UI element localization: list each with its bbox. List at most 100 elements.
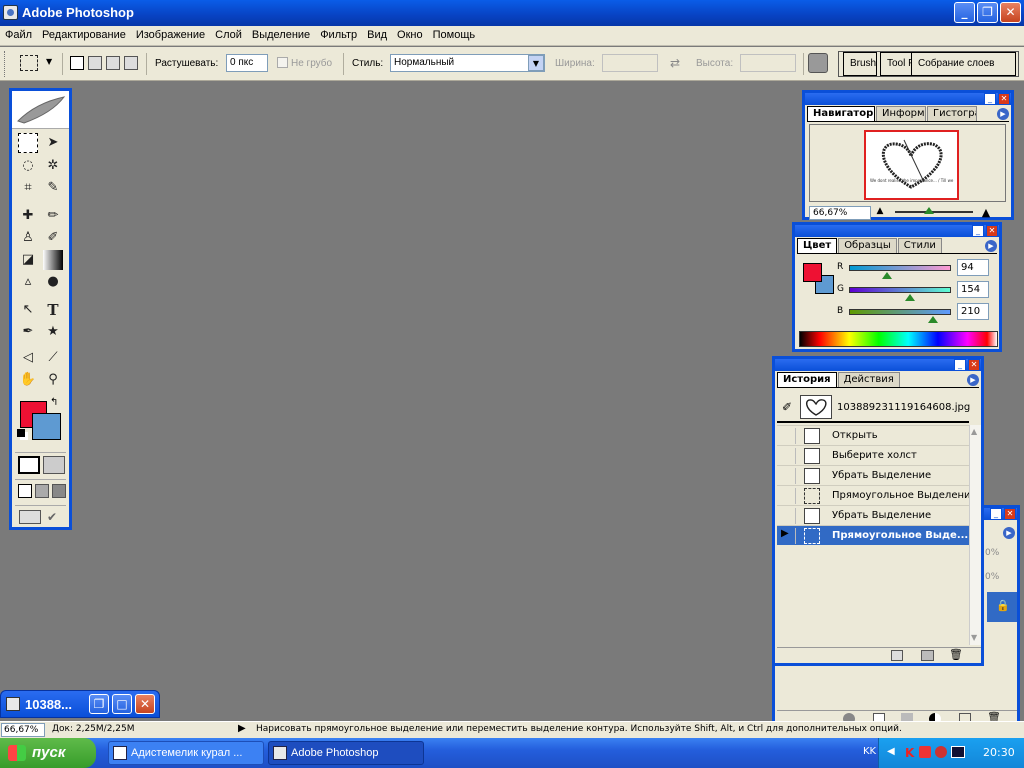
subtract-selection-icon[interactable] (106, 56, 120, 70)
maximize-button[interactable]: □ (112, 694, 132, 714)
swap-colors-icon[interactable]: ↰ (50, 397, 58, 408)
panel-menu-icon[interactable]: ▶ (967, 374, 979, 386)
history-item[interactable]: Выберите холст (777, 445, 969, 465)
trash-icon[interactable]: 🗑 (949, 648, 963, 661)
status-menu-arrow-icon[interactable]: ▶ (238, 723, 246, 734)
history-item[interactable]: Открыть (777, 425, 969, 445)
type-tool-icon[interactable]: T (43, 300, 63, 320)
tool-preset-marquee-icon[interactable] (20, 55, 38, 71)
tool-preset-dropdown-icon[interactable]: ▼ (46, 57, 52, 66)
fullscreen-menu-mode-icon[interactable] (35, 484, 49, 498)
dodge-tool-icon[interactable]: ● (43, 272, 63, 292)
eyedropper-tool-icon[interactable]: ⟋ (43, 348, 63, 368)
status-zoom-input[interactable]: 66,67% (1, 723, 45, 737)
blur-tool-icon[interactable]: ▵ (18, 272, 38, 292)
history-panel-header[interactable]: _ ✕ (775, 359, 981, 371)
tray-app-icon[interactable] (919, 746, 931, 758)
panel-minimize-icon[interactable]: _ (972, 225, 984, 237)
panel-close-icon[interactable]: ✕ (986, 225, 998, 237)
minimize-button[interactable]: _ (954, 2, 975, 23)
pen-tool-icon[interactable]: ✒ (18, 322, 38, 342)
feather-logo[interactable] (12, 91, 69, 129)
swap-dimensions-icon[interactable]: ⇄ (670, 56, 680, 70)
channel-b-input[interactable]: 210 (957, 303, 989, 320)
color-panel-header[interactable]: _ ✕ (795, 225, 999, 237)
monitor-icon[interactable] (951, 746, 965, 758)
palette-well-tab-brushes[interactable]: Brushes (843, 52, 877, 76)
zoom-in-icon[interactable]: ▲ (977, 206, 995, 219)
language-indicator[interactable]: KK (863, 746, 876, 757)
clock[interactable]: 20:30 (983, 746, 1015, 759)
history-item-selected[interactable]: ▶ Прямоугольное Выде... (777, 525, 969, 545)
color-fg-swatch[interactable] (803, 263, 822, 282)
fullscreen-mode-icon[interactable] (52, 484, 66, 498)
layers-opacity-value[interactable]: 0% (985, 548, 999, 558)
panel-minimize-icon[interactable]: _ (990, 508, 1002, 520)
width-input[interactable] (602, 54, 658, 72)
tab-histogram[interactable]: Гистограмма (927, 106, 977, 121)
crop-tool-icon[interactable]: ⌗ (18, 178, 38, 198)
menu-window[interactable]: Окно (392, 26, 428, 44)
tab-actions[interactable]: Действия (837, 372, 900, 387)
feather-input[interactable]: 0 пкс (226, 54, 268, 72)
menu-help[interactable]: Помощь (428, 26, 481, 44)
notes-tool-icon[interactable]: ◁ (18, 348, 38, 368)
tab-info[interactable]: Информация (876, 106, 926, 121)
eraser-tool-icon[interactable]: ◪ (18, 250, 38, 270)
scroll-up-icon[interactable]: ▲ (971, 427, 977, 436)
magic-wand-tool-icon[interactable]: ✲ (43, 156, 63, 176)
tab-navigator[interactable]: Навигатор (807, 106, 875, 121)
history-brush-tool-icon[interactable]: ✐ (43, 228, 63, 248)
gradient-tool-icon[interactable] (43, 250, 63, 270)
layers-fill-value[interactable]: 0% (985, 572, 999, 582)
channel-b-slider[interactable] (849, 309, 951, 315)
restore-button[interactable]: ❐ (89, 694, 109, 714)
tab-color[interactable]: Цвет (797, 238, 838, 253)
file-browser-icon[interactable] (808, 53, 828, 73)
zoom-tool-icon[interactable]: ⚲ (43, 370, 63, 390)
height-input[interactable] (740, 54, 796, 72)
new-snapshot-icon[interactable] (921, 650, 934, 661)
history-state-marker-icon[interactable]: ▶ (778, 528, 796, 544)
menu-image[interactable]: Изображение (131, 26, 210, 44)
path-selection-tool-icon[interactable]: ↖ (18, 300, 38, 320)
taskbar-item-photoshop[interactable]: Adobe Photoshop (268, 741, 424, 765)
channel-g-slider[interactable] (849, 287, 951, 293)
scroll-down-icon[interactable]: ▼ (971, 633, 977, 642)
clone-stamp-tool-icon[interactable]: ♙ (18, 228, 38, 248)
restore-button[interactable]: ❐ (977, 2, 998, 23)
close-button[interactable]: ✕ (1000, 2, 1021, 23)
palette-well-tab-layer-comps[interactable]: Собрание слоев (911, 52, 1016, 76)
channel-g-thumb[interactable] (905, 294, 916, 301)
taskbar-item-word[interactable]: Адистемелик курал ... (108, 741, 264, 765)
menu-layer[interactable]: Слой (210, 26, 247, 44)
navigator-zoom-slider-thumb[interactable] (924, 207, 934, 214)
channel-b-thumb[interactable] (927, 316, 938, 323)
history-scrollbar[interactable]: ▲ ▼ (969, 425, 981, 645)
antivirus-icon[interactable]: K (905, 746, 914, 760)
tray-expand-icon[interactable]: ◀ (887, 746, 895, 757)
layer-row-selected[interactable]: 🔒 (987, 592, 1017, 622)
new-selection-icon[interactable] (70, 56, 84, 70)
window-title-bar[interactable]: Adobe Photoshop _ ❐ ✕ (0, 0, 1024, 26)
navigator-thumbnail[interactable]: We dont realise the importance... / Till… (864, 130, 959, 200)
start-button[interactable]: пуск (0, 738, 96, 768)
panel-menu-icon[interactable]: ▶ (985, 240, 997, 252)
standard-screen-mode-icon[interactable] (18, 484, 32, 498)
tray-update-icon[interactable] (935, 746, 947, 758)
history-item[interactable]: Убрать Выделение (777, 465, 969, 485)
menu-filter[interactable]: Фильтр (315, 26, 362, 44)
new-document-from-state-icon[interactable] (891, 650, 903, 661)
navigator-zoom-slider[interactable] (895, 211, 973, 213)
channel-r-thumb[interactable] (881, 272, 892, 279)
default-colors-icon[interactable] (17, 429, 25, 437)
minimized-document-window[interactable]: 10388... ❐ □ ✕ (0, 690, 160, 718)
slice-tool-icon[interactable]: ✎ (43, 178, 63, 198)
history-item[interactable]: Убрать Выделение (777, 505, 969, 525)
channel-r-slider[interactable] (849, 265, 951, 271)
menu-file[interactable]: Файл (0, 26, 37, 44)
tab-swatches[interactable]: Образцы (838, 238, 897, 253)
checkmark-icon[interactable]: ✔ (47, 510, 61, 524)
antialias-checkbox[interactable] (277, 57, 288, 68)
background-color-swatch[interactable] (32, 413, 61, 440)
